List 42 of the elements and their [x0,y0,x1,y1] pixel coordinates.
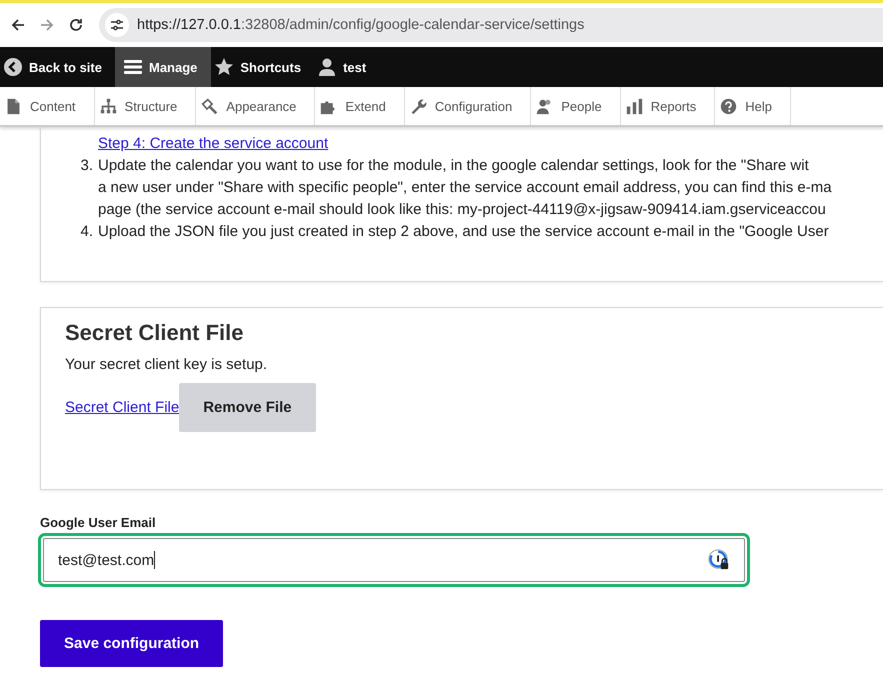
address-bar[interactable]: https://127.0.0.1:32808/admin/config/google-calendar-service/settings [99,8,883,42]
list-number: 4. [79,222,93,242]
status-text: Your secret client key is setup. [65,356,268,373]
password-manager-icon[interactable] [708,549,730,571]
instruction-text: a new user under "Share with specific people", enter the service account email address, you can find this e-ma [98,178,832,198]
admin-menu-item[interactable]: Appearance [196,87,316,125]
toolbar-tab[interactable]: test [314,47,380,87]
admin-menu-item[interactable]: Help [715,87,791,125]
help-icon [720,98,738,114]
page-icon [5,98,22,114]
people-icon [536,98,554,114]
instruction-text: Upload the JSON file you just created in step 2 above, and use the service account e-mail in the "Google User [98,222,829,242]
reload-icon[interactable] [68,17,84,33]
menu-icon [122,57,143,77]
toolbar-tab[interactable]: Manage [114,47,212,87]
admin-menu-item[interactable]: People [531,87,621,125]
field-label: Google User Email [40,515,156,530]
section-title: Secret Client File [65,320,244,346]
bar-chart-icon [626,98,643,114]
user-icon [317,57,338,77]
back-arrow-icon[interactable] [10,17,26,33]
back-chevron-icon [3,57,23,77]
file-link[interactable]: Secret Client File [65,399,180,416]
url-text: https://127.0.0.1:32808/admin/config/google-calendar-service/settings [137,17,584,33]
admin-menu-item[interactable]: Extend [315,87,405,125]
site-settings-icon[interactable] [105,13,129,37]
toolbar-tab[interactable]: Shortcuts [211,47,314,87]
star-icon [214,57,234,77]
hierarchy-icon [100,98,117,114]
toolbar-tab[interactable]: Back to site [0,47,115,87]
admin-menu-item[interactable]: Reports [620,87,716,125]
admin-menu-item[interactable]: Content [0,87,95,125]
instruction-text: page (the service account e-mail should look like this: my-project-44119@x-jigsaw-909414.iam.gserviceaccou [98,200,827,220]
remove-file-button[interactable]: Remove File [179,383,316,432]
wrench-icon [410,98,427,114]
list-number: 3. [79,156,93,176]
admin-menu-item[interactable]: Configuration [404,87,532,125]
forward-arrow-icon[interactable] [39,17,55,33]
admin-menu-item[interactable]: Structure [94,87,196,125]
instruction-text: Update the calendar you want to use for the module, in the google calendar settings, look for the "Share wit [98,156,810,176]
step-link[interactable]: Step 4: Create the service account [98,133,883,155]
save-configuration-button[interactable]: Save configuration [40,620,224,667]
